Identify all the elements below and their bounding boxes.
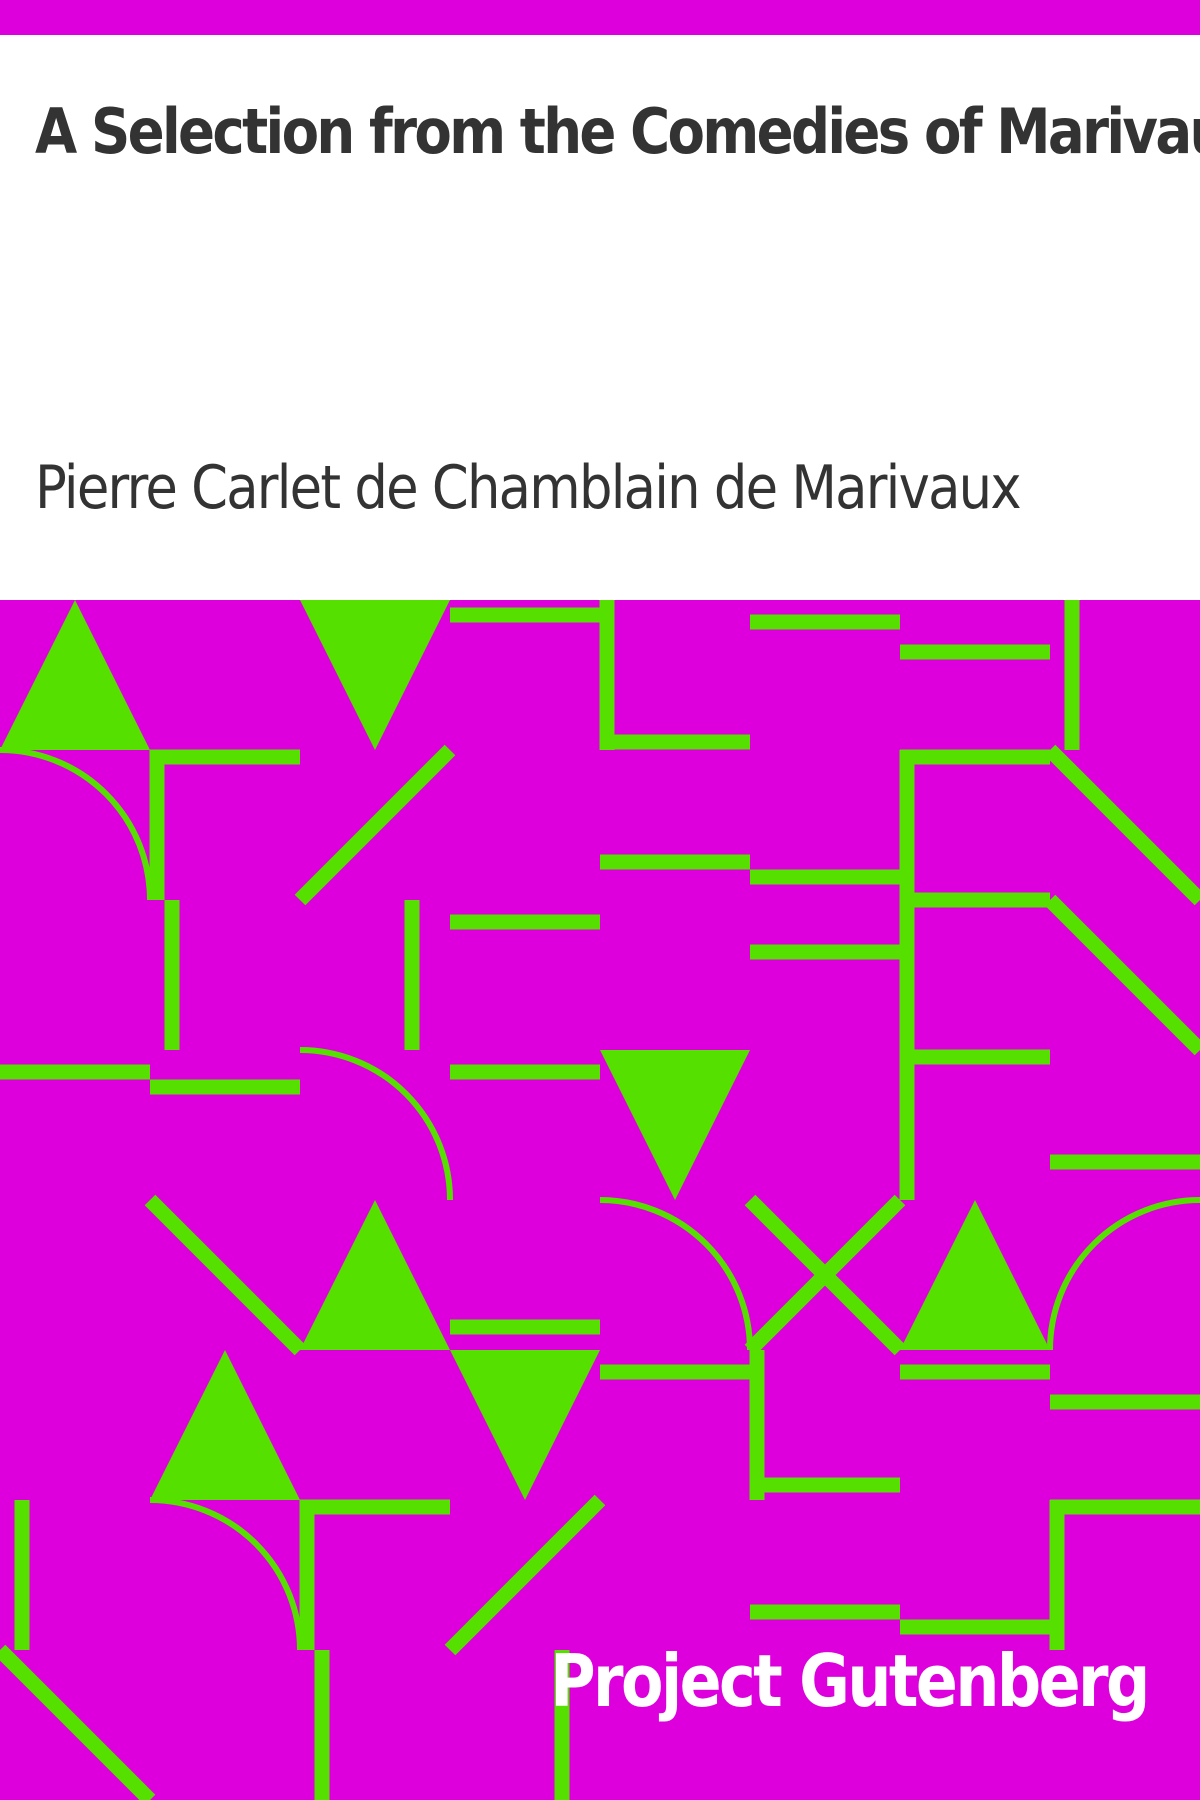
book-cover: A Selection from the Comedies of Marivau… (0, 0, 1200, 1800)
book-title: A Selection from the Comedies of Marivau… (35, 95, 1200, 168)
book-author: Pierre Carlet de Chamblain de Marivaux (35, 453, 1022, 523)
top-color-band (0, 0, 1200, 35)
geometric-pattern (0, 600, 1200, 1800)
publisher-name: Project Gutenberg (550, 1639, 1151, 1723)
